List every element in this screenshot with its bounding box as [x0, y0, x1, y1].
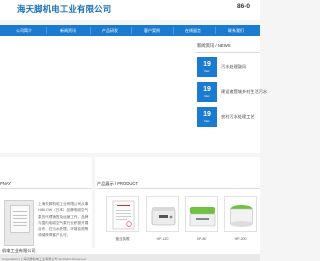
- news-date-badge: 19 Dec: [197, 82, 217, 102]
- main-nav: 公司简介 新闻资讯 产品研发 客户案例 在线留言 联系我们: [0, 25, 260, 36]
- about-heading: PNAY: [0, 181, 12, 186]
- news-item[interactable]: 19 Dec 建设诸暨城乡村生活污水: [195, 82, 267, 104]
- nav-item-news[interactable]: 新闻资讯: [54, 25, 82, 36]
- news-item-title[interactable]: 农村污水处理工艺: [221, 114, 255, 120]
- nav-item-products[interactable]: 产品研发: [96, 25, 124, 36]
- product-caption[interactable]: HP-120: [146, 237, 179, 241]
- news-heading: 新闻资讯 / NEWS: [197, 43, 231, 48]
- news-item-title[interactable]: 污水处理鼓风: [221, 64, 246, 70]
- phone-number: 86-0: [237, 3, 251, 10]
- nav-divider: [131, 27, 132, 34]
- news-date-day: 19: [203, 86, 211, 93]
- business-license-photo: [4, 200, 34, 246]
- nav-item-about[interactable]: 公司简介: [10, 25, 38, 36]
- about-description: 上海天脚机电工业有限公司从事HIBLOW（日本）品牌电磁空气泵的代理销售及运营工…: [38, 202, 89, 238]
- news-divider: [195, 52, 260, 53]
- product-card[interactable]: 营业执照: [106, 196, 139, 244]
- about-divider: [0, 188, 92, 189]
- nav-divider: [46, 27, 47, 34]
- company-name[interactable]: 海天脚机电工业有限公司: [17, 3, 111, 15]
- copyright-text: Copyright(C) 上海天脚机电工业有限公司 All Rights Res…: [2, 256, 86, 261]
- product-card[interactable]: HP-200: [224, 196, 257, 244]
- products-section: 产品展示 / PRODUCT 营业执照 HP-120 XP-80 HP-200: [95, 157, 260, 248]
- nav-item-cases[interactable]: 客户案例: [138, 25, 166, 36]
- products-heading: 产品展示 / PRODUCT: [97, 181, 138, 186]
- news-panel: 新闻资讯 / NEWS 19 Dec 污水处理鼓风 19 Dec 建设诸暨城乡村…: [195, 40, 267, 145]
- nav-item-contact[interactable]: 联系我们: [222, 25, 250, 36]
- news-date-badge: 19 Dec: [197, 57, 217, 77]
- product-caption[interactable]: XP-80: [185, 237, 218, 241]
- site-footer: Copyright(C) 上海天脚机电工业有限公司 All Rights Res…: [0, 254, 260, 261]
- news-date-badge: 19 Dec: [197, 107, 217, 127]
- product-card[interactable]: HP-120: [146, 196, 179, 244]
- product-image[interactable]: [185, 196, 218, 232]
- news-date-day: 19: [203, 111, 211, 118]
- site-header: 海天脚机电工业有限公司 86-0: [0, 0, 260, 20]
- air-pump-icon: [151, 207, 176, 226]
- about-section: PNAY 上海天脚机电工业有限公司从事HIBLOW（日本）品牌电磁空气泵的代理销…: [0, 157, 92, 248]
- products-divider: [95, 188, 260, 189]
- license-text-lines: [13, 211, 27, 229]
- large-pump-icon: [230, 205, 253, 227]
- product-caption[interactable]: HP-200: [224, 237, 257, 241]
- news-date-month: Dec: [204, 119, 210, 123]
- green-pump-icon: [189, 207, 216, 227]
- nav-divider: [215, 27, 216, 34]
- news-date-day: 19: [203, 61, 211, 68]
- news-item[interactable]: 19 Dec 农村污水处理工艺: [195, 107, 260, 129]
- license-image-icon: [112, 200, 135, 230]
- nav-item-message[interactable]: 在线留言: [179, 25, 207, 36]
- news-item-title[interactable]: 建设诸暨城乡村生活污水: [221, 89, 267, 95]
- nav-divider: [173, 27, 174, 34]
- product-caption[interactable]: 营业执照: [106, 237, 139, 242]
- news-date-month: Dec: [204, 94, 210, 98]
- product-image[interactable]: [106, 196, 139, 232]
- nav-divider: [90, 27, 91, 34]
- product-image[interactable]: [146, 196, 179, 232]
- news-item[interactable]: 19 Dec 污水处理鼓风: [195, 57, 260, 79]
- news-date-month: Dec: [204, 69, 210, 73]
- product-card[interactable]: XP-80: [185, 196, 218, 244]
- product-image[interactable]: [224, 196, 257, 232]
